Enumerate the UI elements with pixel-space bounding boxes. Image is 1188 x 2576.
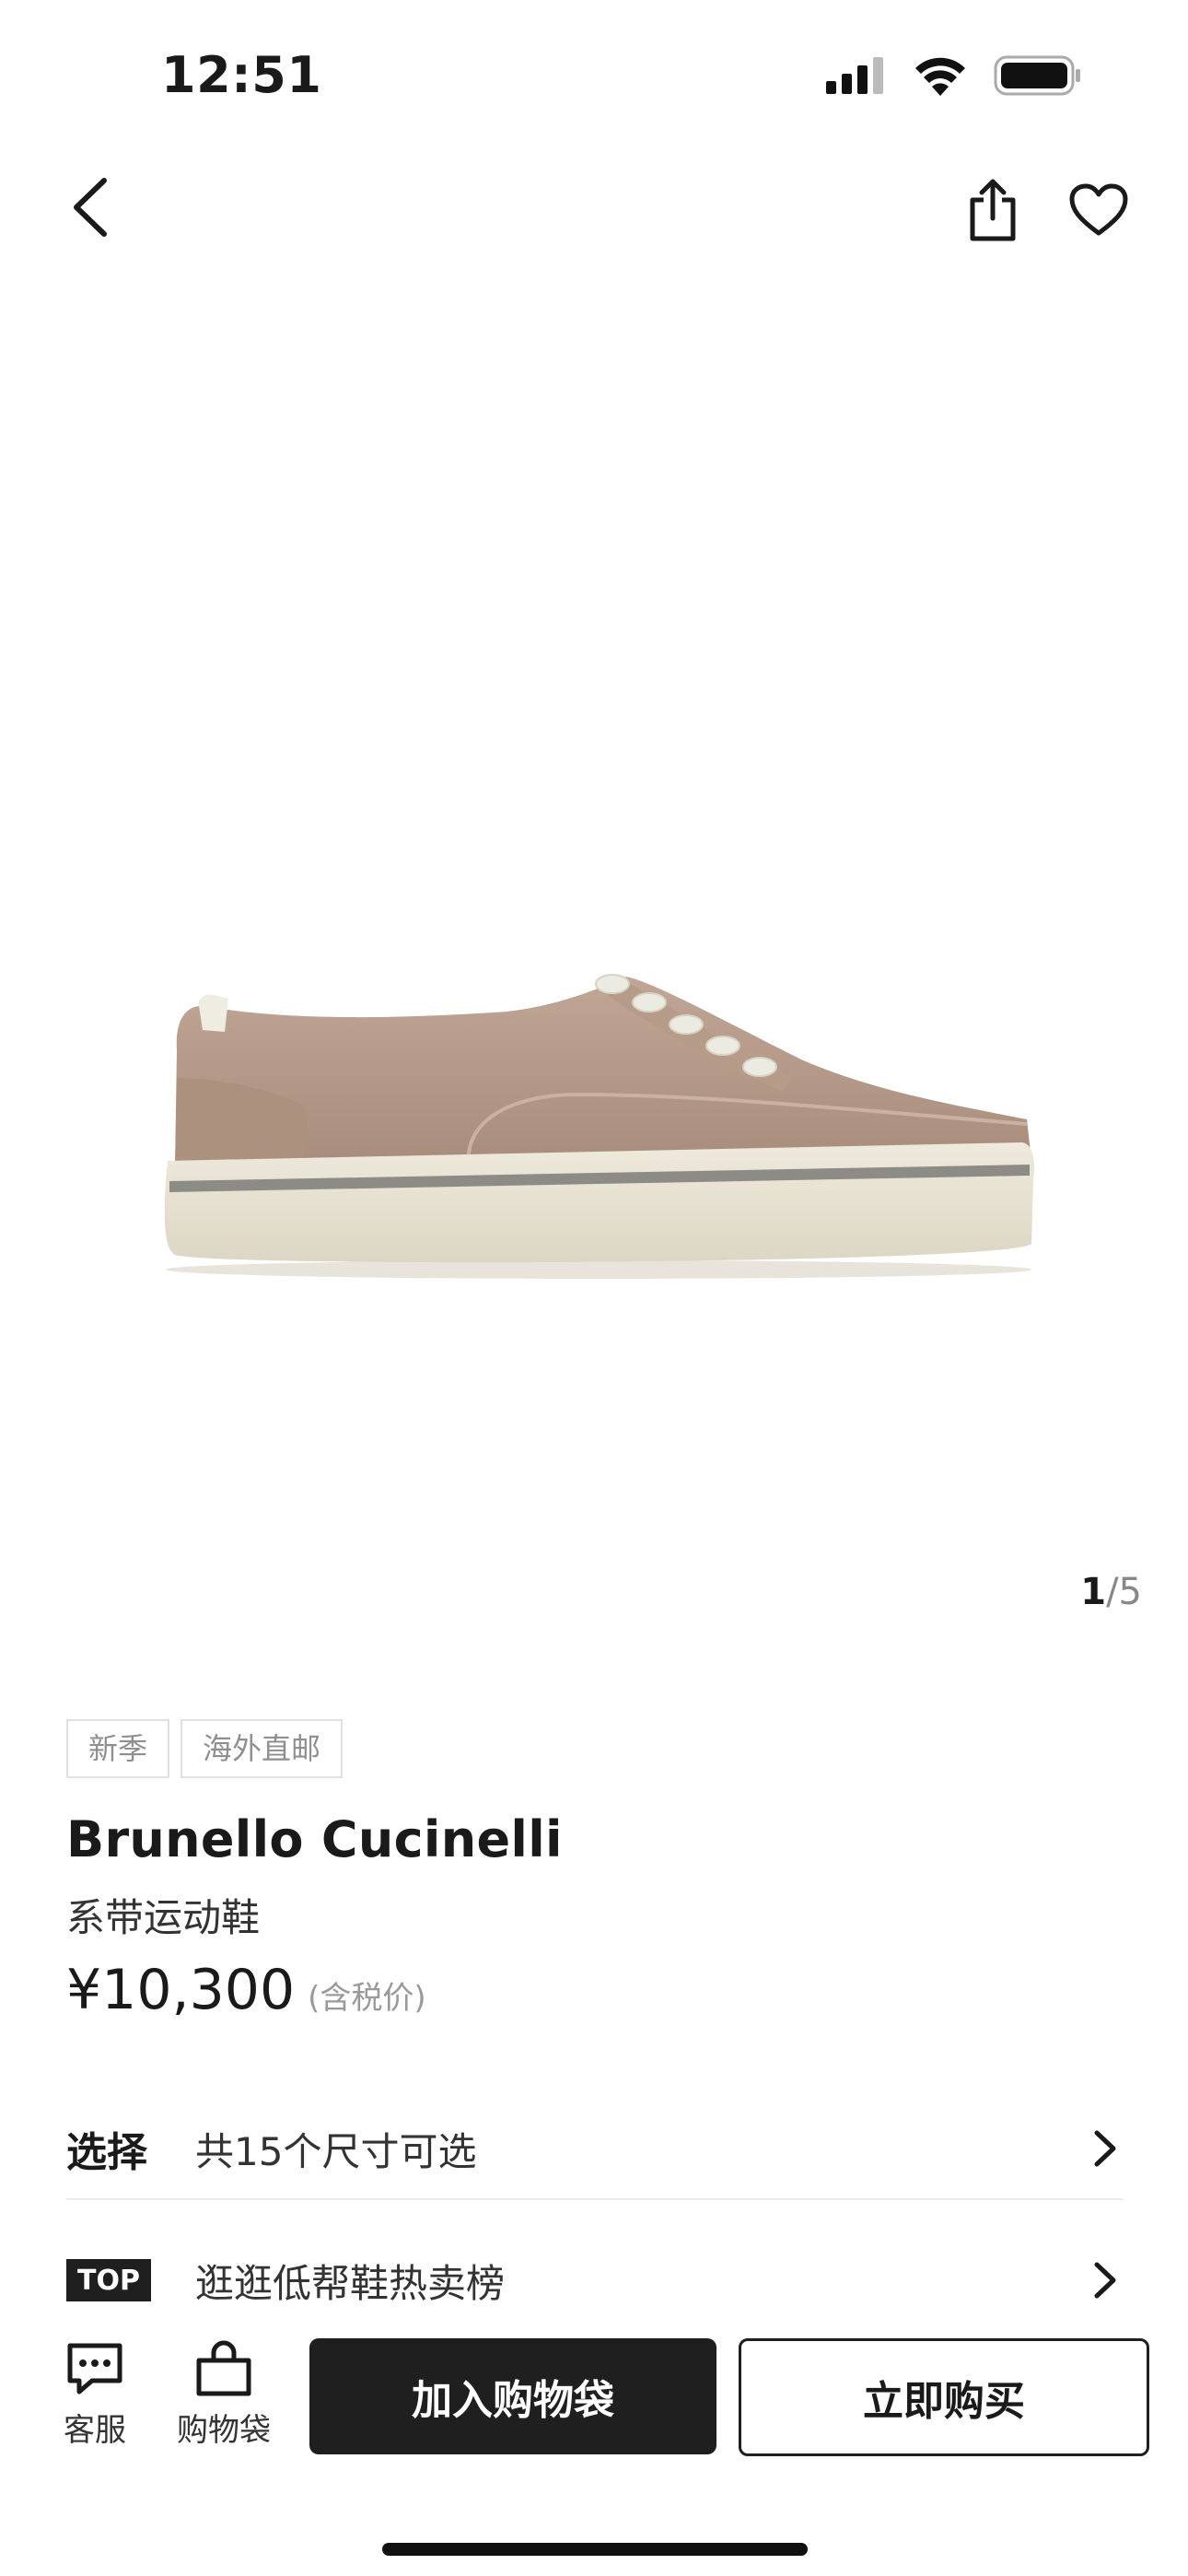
pager-total: 5 (1118, 1571, 1142, 1613)
share-button[interactable] (958, 175, 1028, 245)
battery-icon (994, 55, 1080, 96)
customer-service-button[interactable]: 客服 (44, 2340, 146, 2450)
brand-name: Brunello Cucinelli (66, 1810, 563, 1868)
cellular-signal-icon (826, 57, 883, 94)
product-name: 系带运动鞋 (66, 1895, 261, 1940)
home-indicator[interactable] (382, 2543, 808, 2556)
add-to-bag-button[interactable]: 加入购物袋 (309, 2338, 716, 2454)
shopping-bag-icon (196, 2340, 251, 2396)
ranking-row[interactable]: TOP 逛逛低帮鞋热卖榜 (66, 2230, 1124, 2331)
select-label: 选择 (66, 2129, 147, 2176)
chevron-right-icon (1087, 2125, 1124, 2172)
product-price: ¥10,300 (含税价) (66, 1958, 426, 2022)
price-tax-note: (含税价) (308, 1980, 426, 2017)
pager-separator: / (1106, 1571, 1119, 1613)
wifi-icon (915, 57, 965, 96)
select-text: 共15个尺寸可选 (195, 2128, 477, 2174)
tag-new-season: 新季 (66, 1719, 170, 1778)
status-time: 12:51 (161, 46, 322, 104)
product-tags: 新季 海外直邮 (66, 1719, 344, 1778)
chevron-right-icon (1087, 2257, 1124, 2303)
tag-overseas-direct: 海外直邮 (181, 1719, 344, 1778)
favorite-button[interactable] (1064, 175, 1134, 245)
chat-icon (67, 2343, 122, 2395)
shopping-bag-label: 购物袋 (177, 2412, 271, 2449)
customer-service-label: 客服 (64, 2412, 126, 2449)
chevron-left-icon (74, 178, 107, 237)
shopping-bag-button[interactable]: 购物袋 (173, 2340, 274, 2450)
product-image[interactable] (157, 940, 1041, 1308)
status-icons (826, 55, 1082, 96)
pager-current: 1 (1080, 1571, 1107, 1613)
heart-icon (1069, 183, 1128, 236)
image-pager: 1/5 (1080, 1571, 1142, 1613)
ranking-text: 逛逛低帮鞋热卖榜 (195, 2260, 506, 2306)
top-badge: TOP (66, 2259, 151, 2301)
size-select-row[interactable]: 选择 共15个尺寸可选 (66, 2099, 1124, 2200)
share-icon (970, 179, 1016, 241)
price-amount: ¥10,300 (66, 1958, 296, 2022)
buy-now-button[interactable]: 立即购买 (739, 2338, 1149, 2456)
sneaker-image (164, 974, 1035, 1279)
back-button[interactable] (57, 175, 122, 240)
